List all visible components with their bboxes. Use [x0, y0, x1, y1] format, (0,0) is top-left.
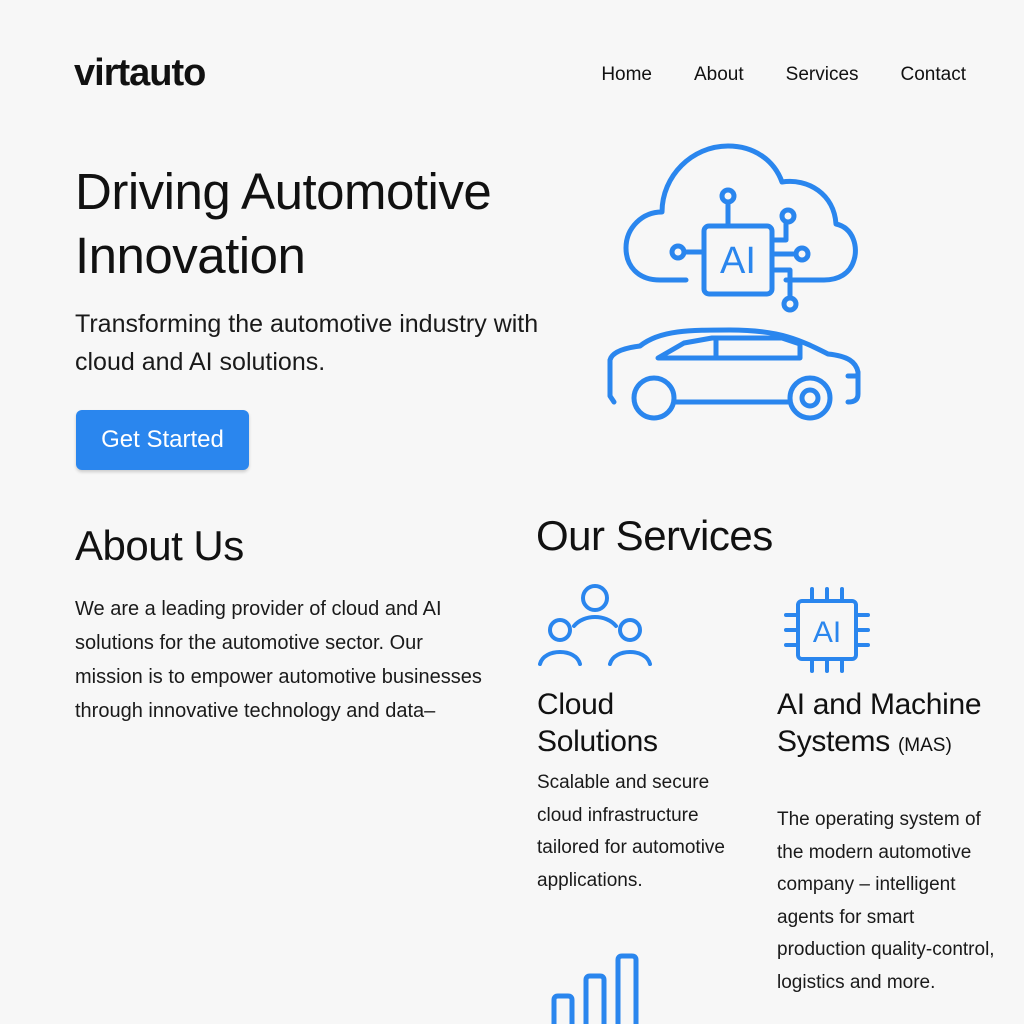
nav-services[interactable]: Services — [786, 64, 859, 86]
ai-chip-label: AI — [813, 616, 841, 649]
car-icon — [607, 327, 861, 421]
hero-title: Driving Automotive Innovation — [75, 163, 492, 284]
about-body: We are a leading provider of cloud and A… — [75, 598, 482, 722]
cloud-ai-icon: AI — [623, 143, 858, 313]
service-name-cloud: Cloud Solutions — [537, 688, 658, 758]
service-name-ai-suffix: (MAS) — [897, 735, 952, 756]
nav-contact[interactable]: Contact — [901, 64, 966, 86]
people-network-icon — [538, 584, 652, 666]
brand-logo[interactable]: virtauto — [74, 52, 206, 95]
main-nav: Home About Services Contact — [601, 64, 966, 86]
get-started-button[interactable]: Get Started — [76, 410, 249, 470]
cloud-ai-car-illustration: AI — [607, 143, 861, 421]
hero-ai-chip-label: AI — [720, 240, 756, 282]
bar-chart-icon — [551, 953, 639, 1024]
hero-subtitle: Transforming the automotive industry wit… — [75, 310, 539, 376]
ai-chip-icon: AI — [784, 587, 870, 673]
service-desc-ai: The operating system of the modern autom… — [777, 809, 995, 993]
nav-about[interactable]: About — [694, 64, 744, 86]
services-title: Our Services — [536, 512, 773, 559]
service-name-ai: AI and Machine Systems (MAS) — [777, 686, 1017, 764]
service-desc-cloud: Scalable and secure cloud infrastructure… — [537, 772, 725, 891]
nav-home[interactable]: Home — [601, 64, 652, 86]
about-title: About Us — [75, 522, 244, 569]
